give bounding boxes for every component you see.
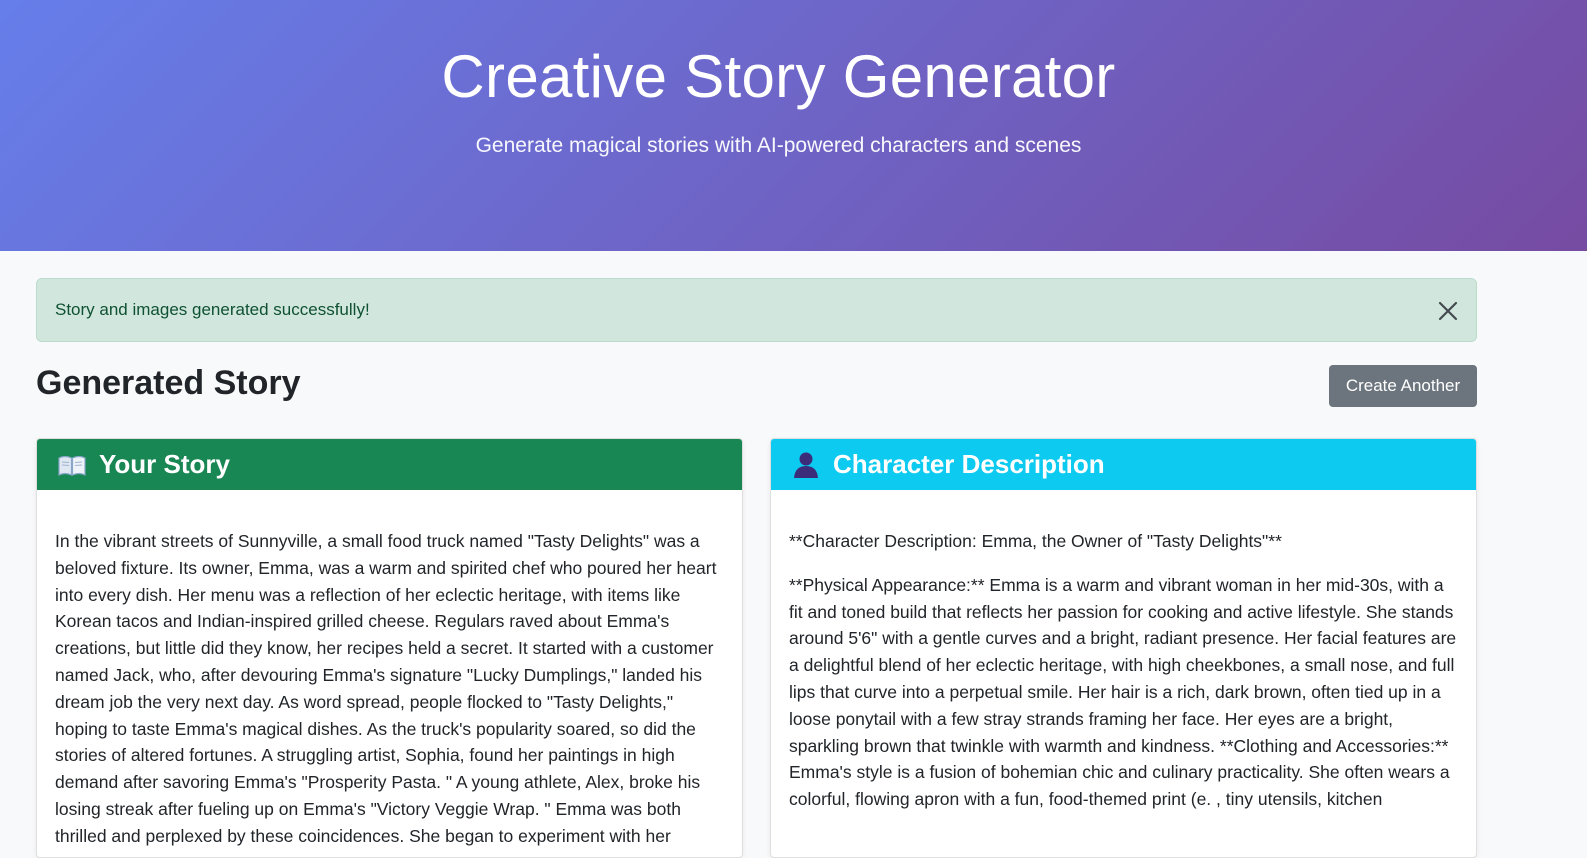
app-subtitle: Generate magical stories with AI-powered… <box>475 134 1082 157</box>
character-card-title: Character Description <box>833 449 1105 479</box>
success-alert: Story and images generated successfully! <box>36 278 1477 342</box>
close-icon[interactable] <box>1436 299 1460 323</box>
story-card-title: Your Story <box>99 449 230 479</box>
character-text: **Physical Appearance:** Emma is a warm … <box>789 574 1457 810</box>
character-card-header: Character Description <box>771 439 1476 490</box>
story-card: Your Story In the vibrant streets of Sun… <box>36 438 743 858</box>
character-text-container: **Character Description: Emma, the Owner… <box>771 490 1476 813</box>
character-heading: **Character Description: Emma, the Owner… <box>789 531 1282 551</box>
create-another-button[interactable]: Create Another <box>1329 365 1477 407</box>
book-icon <box>57 450 87 480</box>
story-text-container: In the vibrant streets of Sunnyville, a … <box>37 490 742 850</box>
story-text: In the vibrant streets of Sunnyville, a … <box>55 531 717 846</box>
page-title: Generated Story <box>36 364 301 402</box>
hero-banner: Creative Story Generator Generate magica… <box>0 0 1587 251</box>
character-card: Character Description **Character Descri… <box>770 438 1477 858</box>
alert-message: Story and images generated successfully! <box>55 300 370 319</box>
story-card-header: Your Story <box>37 439 742 490</box>
app-title: Creative Story Generator <box>441 43 1116 110</box>
person-icon <box>791 450 821 480</box>
